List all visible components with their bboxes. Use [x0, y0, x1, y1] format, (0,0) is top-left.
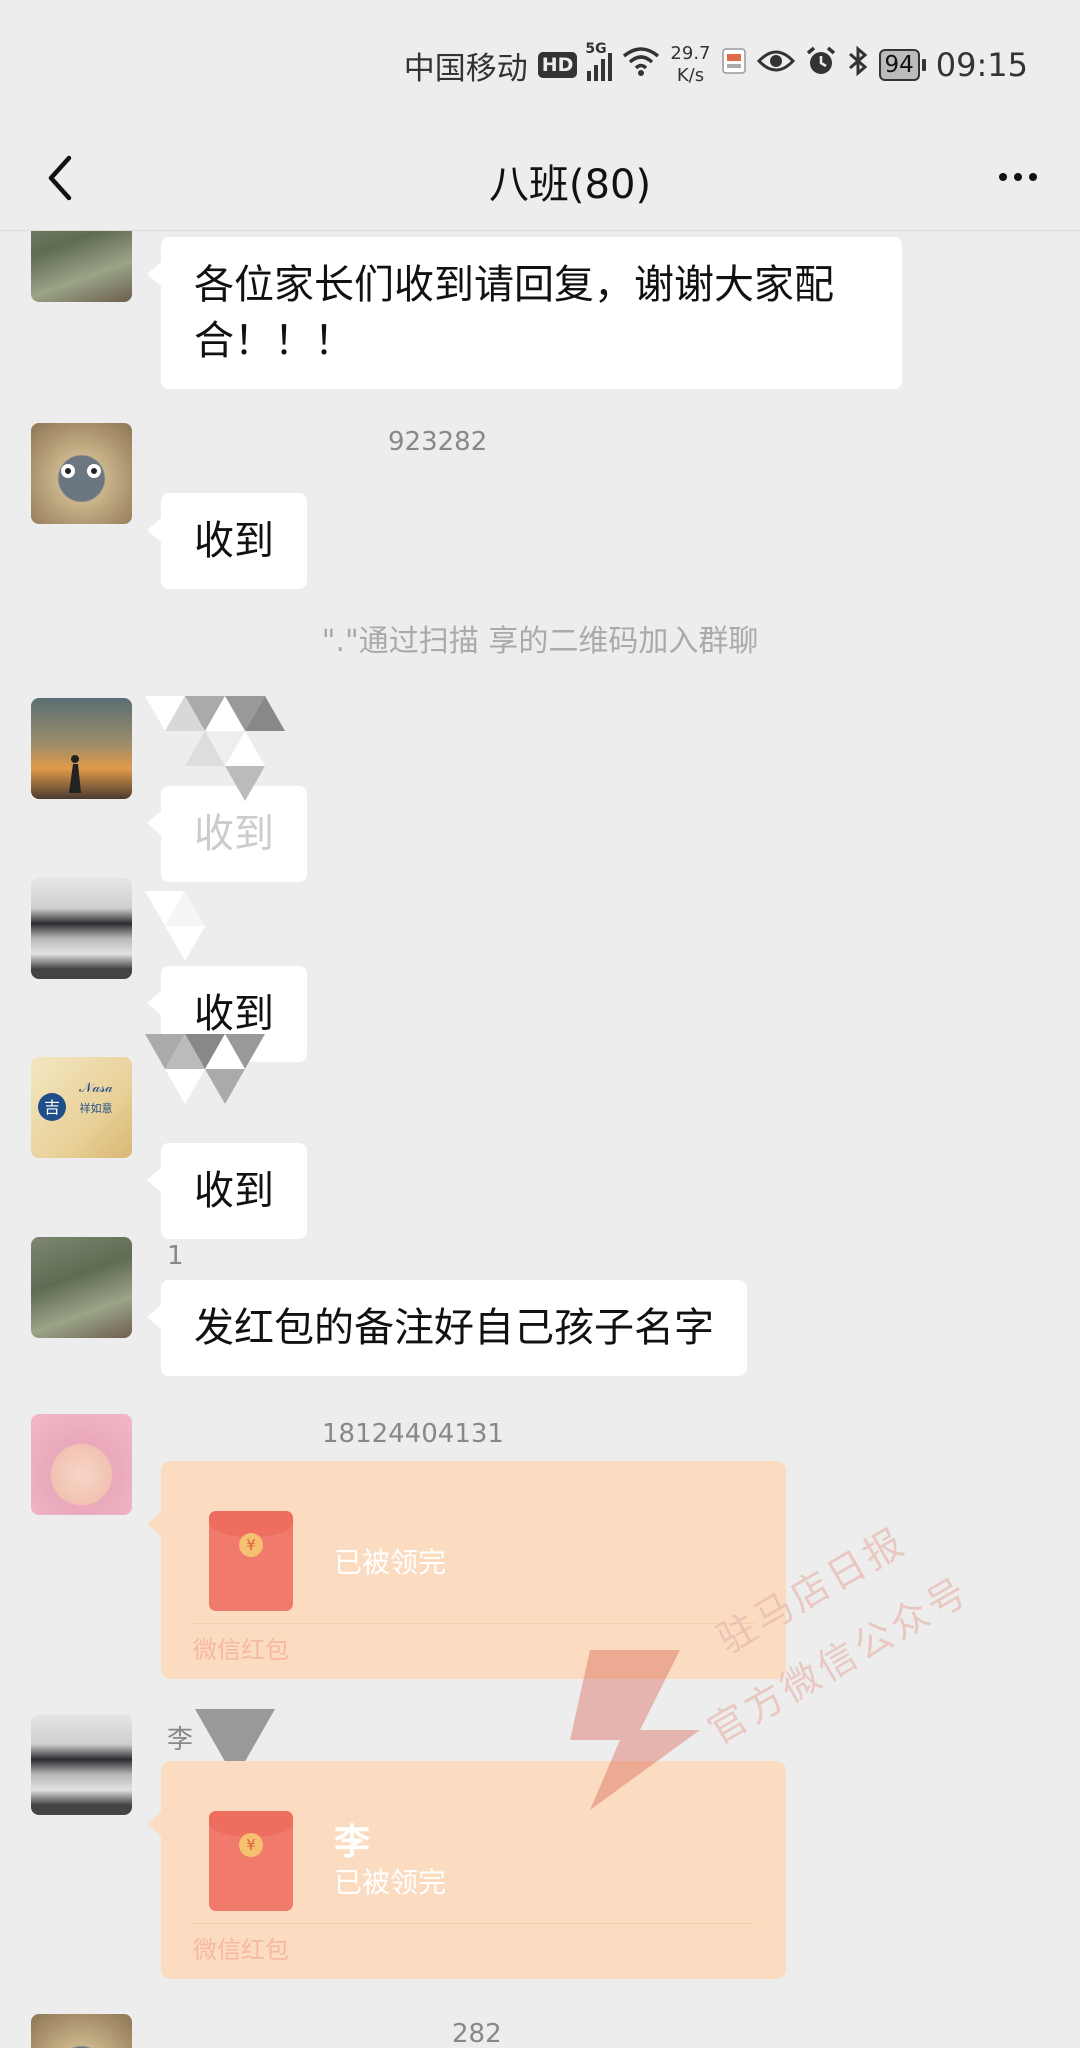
message-bubble[interactable]: 收到	[147, 1143, 307, 1239]
battery-icon: 94	[878, 49, 926, 81]
mosaic-redaction	[145, 1034, 265, 1104]
speed-value: 29.7	[670, 43, 711, 64]
chat-header: 八班(80)	[0, 130, 1080, 231]
network-speed: 29.7 K/s	[670, 43, 710, 87]
carrier-name: 中国移动	[403, 50, 528, 87]
sender-name: 18124404131	[322, 1419, 504, 1449]
red-packet-label: 微信红包	[193, 1936, 289, 1964]
more-button[interactable]	[988, 152, 1048, 202]
red-packet-icon: ¥	[209, 1811, 293, 1911]
app-notification-icon	[721, 46, 747, 84]
avatar[interactable]	[31, 423, 132, 524]
watermark-logo-icon	[570, 1650, 700, 1810]
avatar[interactable]: 吉 𝒩𝒶𝓈𝒶 祥如意	[31, 1057, 132, 1158]
system-message: "."通过扫描 享的二维码加入群聊	[321, 624, 759, 659]
message-bubble[interactable]: 发红包的备注好自己孩子名字	[147, 1280, 747, 1376]
eye-icon	[756, 47, 795, 83]
battery-level: 94	[878, 49, 920, 81]
red-packet-status: 已被领完	[334, 1866, 447, 1899]
avatar[interactable]	[31, 878, 132, 979]
red-packet-sender: 李	[334, 1822, 371, 1863]
watermark: 驻马店日报 官方微信公众号	[530, 1519, 1050, 1840]
avatar[interactable]	[31, 1714, 132, 1815]
speed-unit: K/s	[676, 65, 705, 86]
status-bar: 中国移动 HD 5G 29.7 K/s 94 09:15	[0, 0, 1080, 130]
sender-name: 923282	[388, 427, 488, 457]
avatar[interactable]	[31, 698, 132, 799]
avatar[interactable]	[31, 1237, 132, 1338]
wifi-icon	[622, 45, 660, 85]
signal-icon: 5G	[585, 41, 613, 81]
clock: 09:15	[935, 46, 1028, 84]
sender-name: 282	[452, 2019, 502, 2048]
mosaic-redaction	[145, 696, 285, 801]
red-packet-label: 微信红包	[193, 1636, 289, 1664]
svg-text:吉: 吉	[44, 1098, 60, 1117]
alarm-icon	[805, 45, 837, 85]
sender-name: 1	[167, 1241, 184, 1271]
message-bubble[interactable]: 收到	[147, 493, 307, 589]
red-packet-icon: ¥	[209, 1511, 293, 1611]
avatar[interactable]	[31, 2014, 132, 2048]
mosaic-redaction	[145, 891, 205, 961]
avatar[interactable]	[31, 231, 132, 302]
group-title: 八班(80)	[488, 162, 652, 208]
network-type: 5G	[585, 41, 607, 57]
sender-name: 李	[167, 1725, 194, 1755]
bluetooth-icon	[847, 45, 869, 85]
red-packet-status: 已被领完	[334, 1546, 447, 1579]
svg-text:祥如意: 祥如意	[80, 1101, 113, 1115]
more-dots-icon	[999, 173, 1007, 181]
hd-badge: HD	[537, 52, 578, 78]
avatar[interactable]	[31, 1414, 132, 1515]
svg-text:𝒩𝒶𝓈𝒶: 𝒩𝒶𝓈𝒶	[79, 1080, 113, 1096]
message-bubble[interactable]: 各位家长们收到请回复，谢谢大家配合！！！	[147, 237, 902, 389]
